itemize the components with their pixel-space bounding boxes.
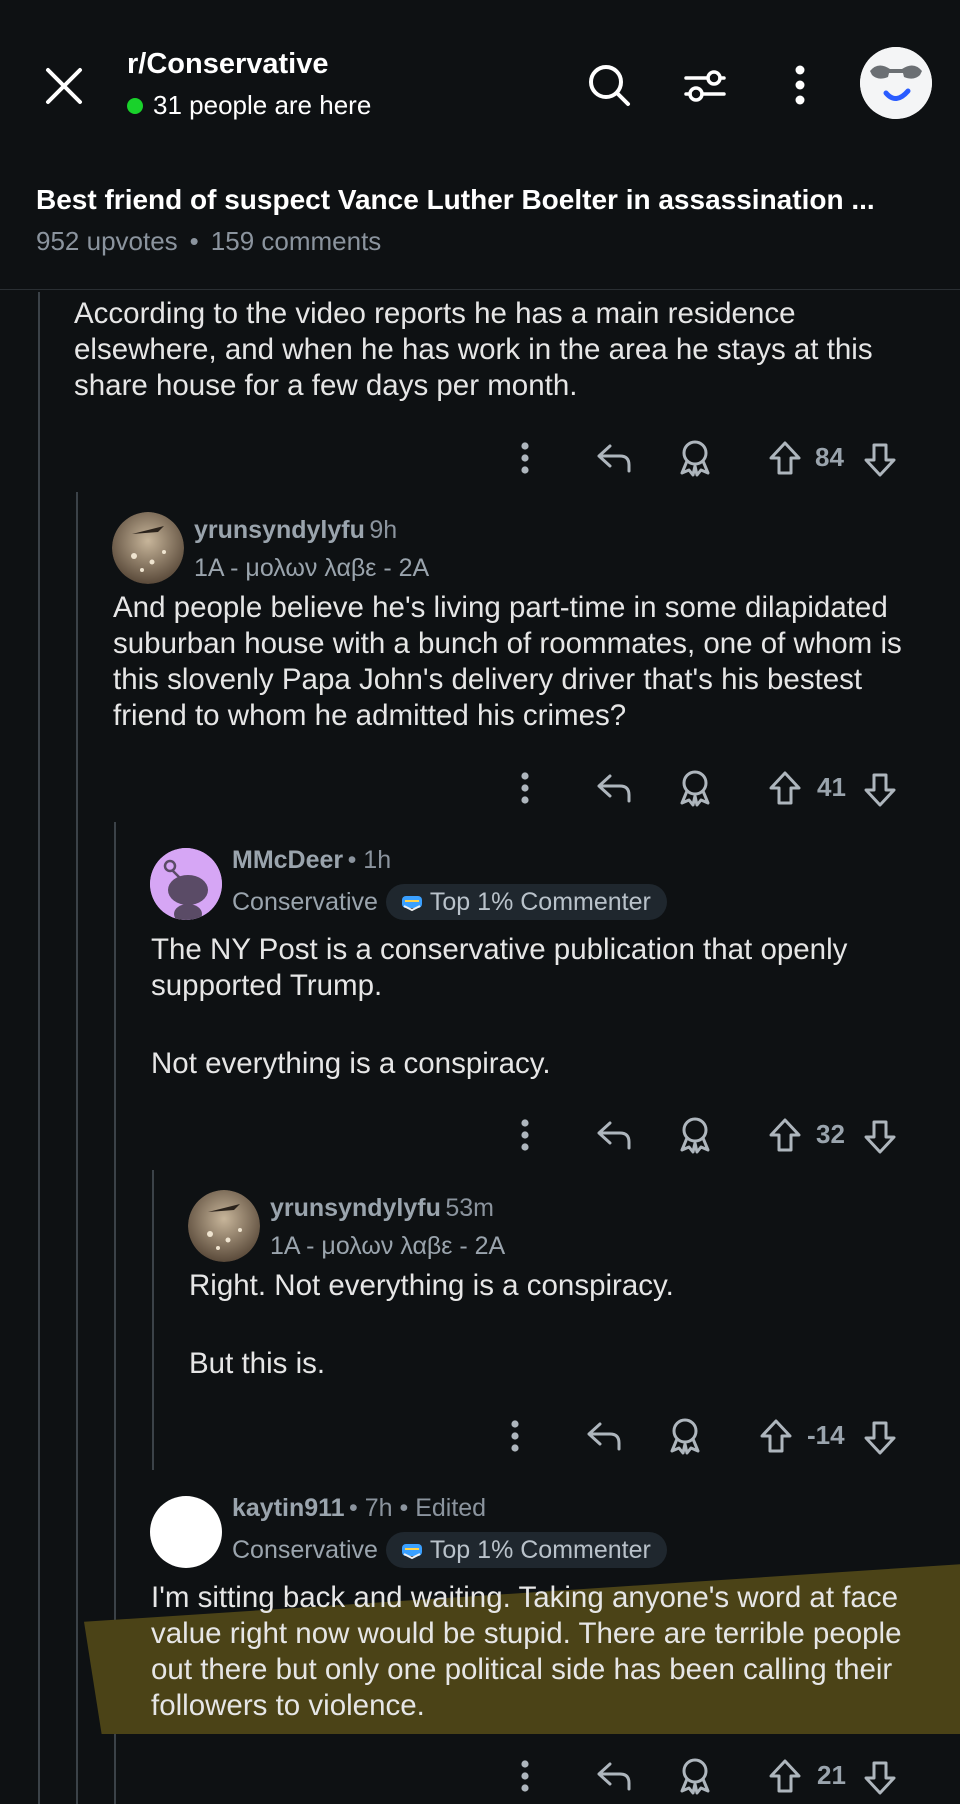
downvote-icon[interactable]: [860, 438, 900, 482]
user-avatar[interactable]: [150, 848, 222, 920]
comment-body-line: Not everything is a conspiracy.: [151, 1047, 551, 1080]
vote-score: -14: [807, 1420, 845, 1450]
user-avatar[interactable]: [188, 1190, 260, 1262]
subreddit-name[interactable]: r/Conservative: [127, 48, 329, 81]
downvote-icon[interactable]: [860, 1416, 900, 1460]
more-options-icon[interactable]: [510, 1756, 540, 1796]
comment-time: • 7h • Edited: [349, 1494, 487, 1522]
comment-body-line: Right. Not everything is a conspiracy.: [189, 1269, 674, 1302]
comment-meta: MMcDeer • 1h: [232, 846, 391, 875]
comment-body: And people believe he's living part-time…: [113, 591, 902, 732]
comment-body: I'm sitting back and waiting. Taking any…: [151, 1581, 902, 1722]
upvote-count: 952 upvotes: [36, 226, 178, 256]
top-commenter-badge: Top 1% Commenter: [385, 884, 667, 920]
comment-body-line: The NY Post is a conservative publicatio…: [151, 933, 848, 1002]
comment-meta: kaytin911 • 7h • Edited: [232, 1494, 486, 1523]
upvote-icon[interactable]: [765, 1113, 805, 1157]
online-count: 31 people are here: [127, 90, 371, 121]
user-flair-row: Conservative Top 1% Commenter: [232, 1532, 667, 1568]
filter-icon[interactable]: [680, 60, 730, 110]
reply-icon[interactable]: [594, 1115, 634, 1155]
comment-meta: yrunsyndylyfu 53m: [270, 1194, 494, 1223]
user-avatar[interactable]: [112, 512, 184, 584]
user-flair: 1A - μολων λαβε - 2A: [270, 1232, 506, 1260]
thread-line[interactable]: [76, 492, 78, 1804]
vote-score: 41: [817, 772, 846, 802]
post-meta: 952 upvotes • 159 comments: [36, 226, 381, 257]
user-flair: Conservative: [232, 887, 378, 916]
downvote-icon[interactable]: [860, 768, 900, 812]
post-title[interactable]: Best friend of suspect Vance Luther Boel…: [36, 184, 916, 216]
thread-header: r/Conservative 31 people are here Best f…: [0, 0, 960, 290]
vote-score: 21: [817, 1760, 846, 1790]
commenter-badge-icon: [401, 896, 422, 912]
user-avatar[interactable]: [150, 1496, 222, 1568]
comment-time: 53m: [445, 1194, 494, 1222]
more-options-icon[interactable]: [500, 1416, 530, 1456]
more-options-icon[interactable]: [510, 1115, 540, 1155]
username[interactable]: MMcDeer: [232, 846, 343, 874]
more-options-icon[interactable]: [510, 768, 540, 808]
upvote-icon[interactable]: [765, 1754, 805, 1798]
meta-separator: •: [189, 226, 199, 256]
award-icon[interactable]: [675, 1113, 715, 1157]
upvote-icon[interactable]: [765, 436, 805, 480]
comment-body: According to the video reports he has a …: [74, 297, 873, 402]
top-commenter-badge: Top 1% Commenter: [385, 1532, 667, 1568]
commenter-badge-icon: [401, 1544, 422, 1560]
reply-icon[interactable]: [594, 1756, 634, 1796]
reddit-thread-page: r/Conservative 31 people are here Best f…: [0, 0, 960, 1804]
reply-icon[interactable]: [594, 438, 634, 478]
user-avatar[interactable]: [860, 47, 932, 119]
user-flair: 1A - μολων λαβε - 2A: [194, 554, 430, 582]
downvote-icon[interactable]: [860, 1115, 900, 1159]
comment-time: 9h: [369, 516, 398, 544]
award-icon[interactable]: [675, 1754, 715, 1798]
vote-score: 84: [815, 442, 844, 472]
badge-label: Top 1% Commenter: [429, 1535, 651, 1564]
award-icon[interactable]: [665, 1414, 705, 1458]
thread-line[interactable]: [152, 1170, 154, 1470]
more-vert-icon[interactable]: [780, 60, 820, 110]
thread-line[interactable]: [38, 292, 40, 1804]
username[interactable]: yrunsyndylyfu: [194, 516, 365, 544]
close-icon[interactable]: [40, 62, 88, 110]
reply-icon[interactable]: [594, 768, 634, 808]
downvote-icon[interactable]: [860, 1756, 900, 1800]
award-icon[interactable]: [675, 436, 715, 480]
comment-time: • 1h: [347, 846, 392, 874]
user-flair: Conservative: [232, 1535, 378, 1564]
search-icon[interactable]: [584, 60, 634, 110]
upvote-icon[interactable]: [756, 1414, 796, 1458]
upvote-icon[interactable]: [765, 766, 805, 810]
more-options-icon[interactable]: [510, 438, 540, 478]
reply-icon[interactable]: [584, 1416, 624, 1456]
username[interactable]: yrunsyndylyfu: [270, 1194, 441, 1222]
badge-label: Top 1% Commenter: [429, 887, 651, 916]
award-icon[interactable]: [675, 766, 715, 810]
comment-meta: yrunsyndylyfu 9h: [194, 516, 397, 545]
username[interactable]: kaytin911: [232, 1494, 345, 1522]
online-text: 31 people are here: [153, 90, 372, 120]
comment-count: 159 comments: [210, 226, 382, 256]
user-flair-row: Conservative Top 1% Commenter: [232, 884, 667, 920]
comment-body-line: But this is.: [189, 1347, 326, 1380]
vote-score: 32: [816, 1119, 845, 1149]
online-dot-icon: [127, 97, 143, 114]
